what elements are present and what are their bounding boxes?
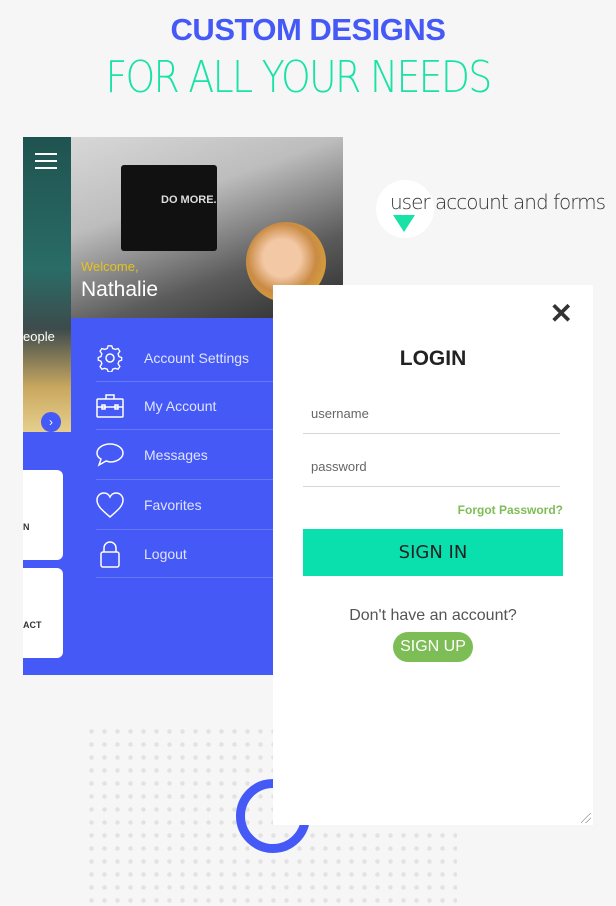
- briefcase-icon: [96, 393, 124, 418]
- left-card[interactable]: N: [23, 470, 63, 560]
- left-card[interactable]: ACT: [23, 568, 63, 658]
- headline-secondary: FOR ALL YOUR NEEDS: [105, 52, 492, 103]
- chevron-right-icon[interactable]: ›: [41, 412, 61, 432]
- sign-in-button[interactable]: SIGN IN: [303, 529, 563, 576]
- username-input[interactable]: [303, 394, 560, 434]
- triangle-down-icon: [393, 215, 415, 232]
- menu-item-account-settings[interactable]: Account Settings: [96, 334, 273, 382]
- hero-caption: eople: [23, 329, 55, 344]
- menu-item-favorites[interactable]: Favorites: [96, 480, 273, 530]
- menu-item-logout[interactable]: Logout: [96, 530, 273, 578]
- menu-item-my-account[interactable]: My Account: [96, 382, 273, 430]
- login-title: LOGIN: [399, 347, 467, 370]
- user-name: Nathalie: [81, 278, 159, 301]
- close-icon[interactable]: ✕: [550, 297, 573, 330]
- welcome-label: Welcome,: [81, 259, 139, 274]
- heart-icon: [96, 491, 124, 518]
- feature-tag-label: user account and forms: [390, 190, 606, 214]
- side-menu: DO MORE. Welcome, Nathalie Account Setti…: [71, 137, 343, 675]
- lock-icon: [100, 540, 120, 568]
- gear-icon: [97, 344, 123, 372]
- sign-up-button[interactable]: SIGN UP: [393, 632, 473, 662]
- hamburger-menu-icon[interactable]: [35, 153, 57, 169]
- speech-bubble-icon: [96, 442, 124, 467]
- headline-primary: CUSTOM DESIGNS: [170, 12, 446, 47]
- login-dialog: ✕ LOGIN Forgot Password? SIGN IN Don't h…: [273, 285, 593, 825]
- forgot-password-link[interactable]: Forgot Password?: [458, 503, 563, 517]
- password-input[interactable]: [303, 447, 560, 487]
- menu-item-messages[interactable]: Messages: [96, 430, 273, 480]
- no-account-text: Don't have an account?: [349, 607, 517, 624]
- resize-handle-icon[interactable]: [581, 813, 591, 823]
- monitor-image: DO MORE.: [121, 165, 217, 251]
